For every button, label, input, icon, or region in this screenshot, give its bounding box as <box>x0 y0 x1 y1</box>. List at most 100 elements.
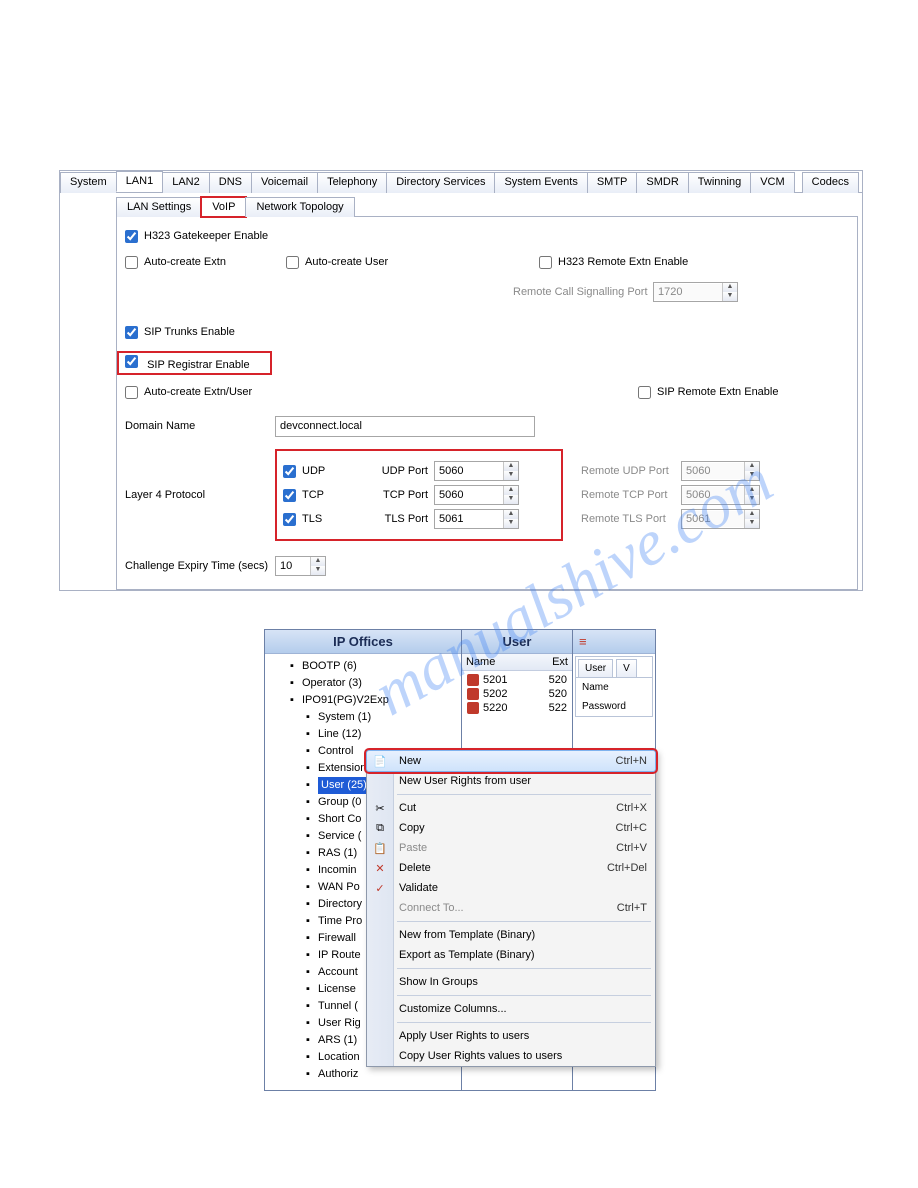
tab-twinning[interactable]: Twinning <box>688 172 751 193</box>
tab-voip[interactable]: VoIP <box>201 197 246 217</box>
tree-node[interactable]: ▪BOOTP (6) <box>271 658 459 675</box>
challenge-input[interactable] <box>276 558 310 574</box>
tab-system-events[interactable]: System Events <box>494 172 587 193</box>
tcp-port-input[interactable] <box>435 487 503 503</box>
remote-tls-spinner[interactable]: ▲▼ <box>681 509 760 529</box>
tcp-port-spinner[interactable]: ▲▼ <box>434 485 519 505</box>
menu-new[interactable]: 📄 NewCtrl+N <box>366 750 656 772</box>
tab-codecs[interactable]: Codecs <box>802 172 859 193</box>
remote-call-port-spinner[interactable]: ▲▼ <box>653 282 738 302</box>
tree-node[interactable]: ▪System (1) <box>271 709 459 726</box>
tree-node[interactable]: ▪IPO91(PG)V2Exp <box>271 692 459 709</box>
tls-port-spinner[interactable]: ▲▼ <box>434 509 519 529</box>
tab-smdr[interactable]: SMDR <box>636 172 688 193</box>
spinner-down-icon[interactable]: ▼ <box>745 519 759 528</box>
spinner-up-icon[interactable]: ▲ <box>745 462 759 471</box>
menu-show-groups[interactable]: Show In Groups <box>367 972 655 992</box>
spinner-up-icon[interactable]: ▲ <box>504 462 518 471</box>
menu-copy[interactable]: ⧉ CopyCtrl+C <box>367 818 655 838</box>
tab-smtp[interactable]: SMTP <box>587 172 638 193</box>
tab-system[interactable]: System <box>60 172 117 193</box>
lan-config-panel: System LAN1 LAN2 DNS Voicemail Telephony… <box>59 170 863 591</box>
remote-tls-input[interactable] <box>682 511 744 527</box>
sip-trunks-checkbox[interactable] <box>125 326 138 339</box>
menu-apply-user-rights[interactable]: Apply User Rights to users <box>367 1026 655 1046</box>
remote-udp-spinner[interactable]: ▲▼ <box>681 461 760 481</box>
challenge-label: Challenge Expiry Time (secs) <box>125 560 275 572</box>
menu-new-user-rights[interactable]: New User Rights from user <box>367 771 655 791</box>
menu-validate[interactable]: ✓ Validate <box>367 878 655 898</box>
tab-vcm[interactable]: VCM <box>750 172 794 193</box>
spinner-down-icon[interactable]: ▼ <box>504 471 518 480</box>
domain-name-input[interactable] <box>275 416 535 437</box>
delete-icon: ✕ <box>372 860 388 876</box>
spinner-down-icon[interactable]: ▼ <box>504 495 518 504</box>
tree-item-icon: ▪ <box>301 711 315 725</box>
remote-udp-input[interactable] <box>682 463 744 479</box>
menu-copy-user-rights[interactable]: Copy User Rights values to users <box>367 1046 655 1066</box>
spinner-down-icon[interactable]: ▼ <box>311 566 325 575</box>
menu-export-template[interactable]: Export as Template (Binary) <box>367 945 655 965</box>
menu-delete[interactable]: ✕ DeleteCtrl+Del <box>367 858 655 878</box>
user-col-ext[interactable]: Ext <box>552 656 568 668</box>
tcp-port-label: TCP Port <box>370 489 428 501</box>
user-list[interactable]: 520152052025205220522 <box>462 671 572 717</box>
spinner-up-icon[interactable]: ▲ <box>504 486 518 495</box>
auto-create-user-checkbox[interactable] <box>286 256 299 269</box>
tab-v-detail[interactable]: V <box>616 659 637 677</box>
h323-gatekeeper-checkbox[interactable] <box>125 230 138 243</box>
user-row[interactable]: 5220522 <box>464 701 570 715</box>
tree-item-icon: ▪ <box>301 830 315 844</box>
tree-node[interactable]: ▪Operator (3) <box>271 675 459 692</box>
spinner-down-icon[interactable]: ▼ <box>504 519 518 528</box>
auto-create-extn-user-checkbox[interactable] <box>125 386 138 399</box>
user-col-name[interactable]: Name <box>466 656 552 668</box>
tree-node[interactable]: ▪Authoriz <box>271 1066 459 1083</box>
tab-telephony[interactable]: Telephony <box>317 172 387 193</box>
sip-registrar-checkbox[interactable] <box>125 355 138 368</box>
spinner-down-icon[interactable]: ▼ <box>745 495 759 504</box>
udp-port-spinner[interactable]: ▲▼ <box>434 461 519 481</box>
spinner-up-icon[interactable]: ▲ <box>723 283 737 292</box>
tab-user-detail[interactable]: User <box>578 659 613 677</box>
spinner-down-icon[interactable]: ▼ <box>723 292 737 301</box>
tab-lan1[interactable]: LAN1 <box>116 171 164 192</box>
tree-node[interactable]: ▪Line (12) <box>271 726 459 743</box>
domain-name-label: Domain Name <box>125 420 275 432</box>
h323-remote-label: H323 Remote Extn Enable <box>558 256 688 268</box>
tcp-checkbox[interactable] <box>283 489 296 502</box>
tls-checkbox[interactable] <box>283 513 296 526</box>
h323-remote-checkbox[interactable] <box>539 256 552 269</box>
menu-cut[interactable]: ✂ CutCtrl+X <box>367 798 655 818</box>
spinner-up-icon[interactable]: ▲ <box>504 510 518 519</box>
remote-call-port-input[interactable] <box>654 284 722 300</box>
h323-gatekeeper-label: H323 Gatekeeper Enable <box>144 230 268 242</box>
remote-tcp-input[interactable] <box>682 487 744 503</box>
menu-new-template[interactable]: New from Template (Binary) <box>367 925 655 945</box>
spinner-down-icon[interactable]: ▼ <box>745 471 759 480</box>
tree-item-icon: ▪ <box>301 762 315 776</box>
tab-dns[interactable]: DNS <box>209 172 252 193</box>
tab-lan2[interactable]: LAN2 <box>162 172 210 193</box>
auto-create-extn-checkbox[interactable] <box>125 256 138 269</box>
challenge-spinner[interactable]: ▲▼ <box>275 556 326 576</box>
inner-tab-bar: LAN Settings VoIP Network Topology <box>116 197 862 217</box>
voip-form: H323 Gatekeeper Enable Auto-create Extn … <box>116 216 858 590</box>
tls-port-input[interactable] <box>435 511 503 527</box>
tab-network-topology[interactable]: Network Topology <box>245 197 354 217</box>
udp-port-input[interactable] <box>435 463 503 479</box>
spinner-up-icon[interactable]: ▲ <box>311 557 325 566</box>
tab-voicemail[interactable]: Voicemail <box>251 172 318 193</box>
remote-tcp-spinner[interactable]: ▲▼ <box>681 485 760 505</box>
user-row[interactable]: 5202520 <box>464 687 570 701</box>
tree-item-icon: ▪ <box>301 881 315 895</box>
tab-lan-settings[interactable]: LAN Settings <box>116 197 202 217</box>
sip-remote-checkbox[interactable] <box>638 386 651 399</box>
tab-directory-services[interactable]: Directory Services <box>386 172 495 193</box>
spinner-up-icon[interactable]: ▲ <box>745 510 759 519</box>
menu-customize-columns[interactable]: Customize Columns... <box>367 999 655 1019</box>
udp-checkbox[interactable] <box>283 465 296 478</box>
spinner-up-icon[interactable]: ▲ <box>745 486 759 495</box>
menu-connect-to: Connect To...Ctrl+T <box>367 898 655 918</box>
user-row[interactable]: 5201520 <box>464 673 570 687</box>
